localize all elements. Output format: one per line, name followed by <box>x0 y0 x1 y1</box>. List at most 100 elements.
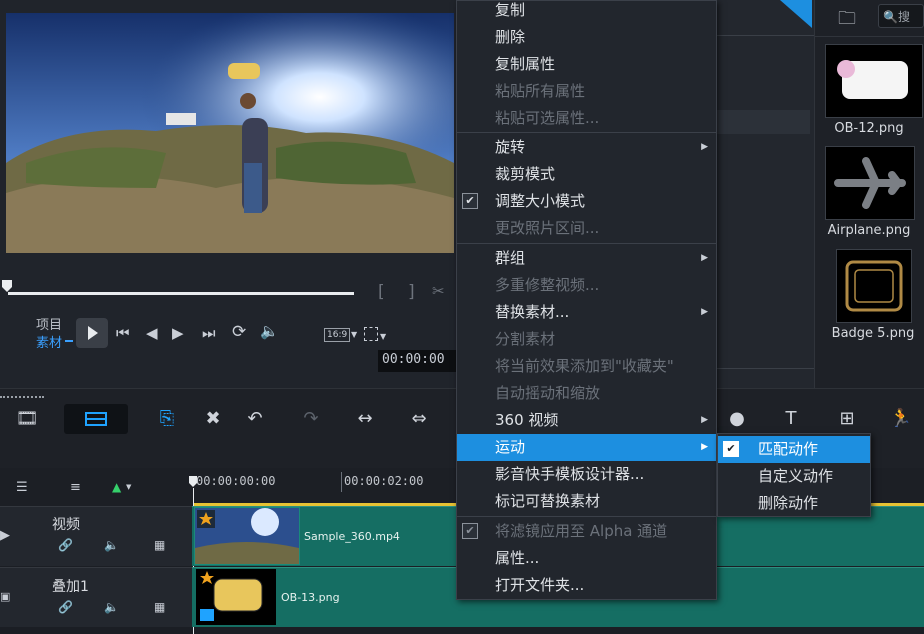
menu-item-paste-selectable-attributes: 粘贴可选属性... <box>457 105 716 132</box>
menu-item-properties[interactable]: 属性... <box>457 545 716 572</box>
clip-video-thumbnail[interactable] <box>194 507 300 565</box>
menu-item-label: 调整大小模式 <box>495 192 586 210</box>
redo-icon[interactable]: ↷ <box>298 406 324 432</box>
mode-project[interactable]: 项目 <box>36 314 62 333</box>
track-header-overlay[interactable] <box>0 567 192 627</box>
track-name[interactable]: 叠加1 <box>52 576 89 596</box>
submenu-item-custom-motion[interactable]: 自定义动作 <box>718 463 870 490</box>
motion-track-icon[interactable]: 🏃 <box>888 406 914 432</box>
submenu-item-delete-motion[interactable]: 删除动作 <box>718 490 870 517</box>
menu-item-label: 标记可替换素材 <box>495 492 601 510</box>
panel-divider <box>716 35 814 36</box>
preview-image <box>6 13 454 253</box>
video-preview[interactable] <box>6 13 454 253</box>
menu-item-add-to-favorites: 将当前效果添加到"收藏夹" <box>457 353 716 380</box>
library-item-label: Airplane.png <box>827 223 911 238</box>
menu-item-label: 运动 <box>495 438 526 456</box>
ripple-edit-icon[interactable]: ▲ <box>112 480 121 494</box>
aspect-dropdown-icon[interactable]: ▼ <box>351 330 357 339</box>
search-icon: 🔍 <box>883 10 898 24</box>
menu-item-mark-replaceable[interactable]: 标记可替换素材 <box>457 488 716 515</box>
overlay-icon[interactable]: ● <box>724 406 750 432</box>
clip-name: OB-13.png <box>281 591 340 604</box>
multi-camera-icon[interactable]: ⊞ <box>834 406 860 432</box>
menu-item-crop-mode[interactable]: 裁剪模式 <box>457 161 716 188</box>
menu-item-open-folder[interactable]: 打开文件夹... <box>457 572 716 599</box>
checkmark-icon: ✔ <box>462 193 478 209</box>
menu-item-label: 群组 <box>495 249 526 267</box>
menu-item-paste-all-attributes: 粘贴所有属性 <box>457 78 716 105</box>
scrub-handle[interactable] <box>1 278 13 292</box>
scrub-bar[interactable] <box>8 292 354 295</box>
drag-grip[interactable] <box>0 396 44 398</box>
mode-clip[interactable]: 素材 <box>36 332 62 351</box>
mark-out-button[interactable]: ] <box>408 282 415 302</box>
menu-item-delete[interactable]: 删除 <box>457 24 716 51</box>
menu-item-auto-pan-zoom: 自动摇动和缩放 <box>457 380 716 407</box>
timeline-view-button[interactable] <box>64 404 128 434</box>
next-frame-icon[interactable]: ▶ <box>172 324 184 342</box>
menu-item-label: 删除动作 <box>758 494 819 512</box>
volume-icon[interactable]: 🔈 <box>260 322 279 340</box>
ripple-dropdown-icon[interactable]: ▼ <box>126 483 131 491</box>
title-icon[interactable]: T <box>778 406 804 432</box>
menu-item-apply-filter-alpha: ✔ 将滤镜应用至 Alpha 通道 <box>457 518 716 545</box>
add-folder-icon[interactable]: 🗀 <box>838 6 856 36</box>
track-volume-icon[interactable]: 🔈 <box>104 600 119 614</box>
library-item-ob12[interactable] <box>825 44 923 118</box>
library-item-airplane[interactable] <box>825 146 915 220</box>
menu-item-label: 复制属性 <box>495 55 556 73</box>
track-transparency-icon[interactable]: ▦ <box>154 600 165 614</box>
search-input[interactable]: 搜 <box>898 10 910 24</box>
mark-in-button[interactable]: [ <box>378 282 385 302</box>
menu-item-replace-clip[interactable]: 替换素材... ▶ <box>457 299 716 326</box>
tools-icon[interactable]: ✖ <box>200 406 226 432</box>
track-transparency-icon[interactable]: ▦ <box>154 538 165 552</box>
menu-item-resize-mode[interactable]: ✔ 调整大小模式 <box>457 188 716 215</box>
menu-item-label: 替换素材... <box>495 303 570 321</box>
video-track-icon: ▶ <box>0 528 10 543</box>
menu-item-label: 360 视频 <box>495 411 559 429</box>
fit-frame-icon[interactable] <box>364 327 378 341</box>
track-manager-icon[interactable]: ☰ <box>16 480 28 495</box>
menu-item-copy-attributes[interactable]: 复制属性 <box>457 51 716 78</box>
fit-timeline-icon[interactable]: ↔ <box>352 406 378 432</box>
storyboard-view-icon[interactable]: 🎞 <box>14 406 40 432</box>
link-icon[interactable]: 🔗 <box>58 600 73 614</box>
library-item-badge[interactable] <box>836 249 912 323</box>
menu-item-multi-trim-video: 多重修整视频... <box>457 272 716 299</box>
menu-item-label: 复制 <box>495 1 526 19</box>
track-name[interactable]: 视频 <box>52 514 80 534</box>
menu-item-label: 将当前效果添加到"收藏夹" <box>495 357 674 375</box>
menu-item-copy[interactable]: 复制 <box>457 0 716 24</box>
menu-item-360-video[interactable]: 360 视频 ▶ <box>457 407 716 434</box>
submenu-arrow-icon: ▶ <box>701 442 708 452</box>
repeat-icon[interactable]: ⟳ <box>232 322 246 342</box>
aspect-ratio-button[interactable]: 16:9 <box>324 328 351 342</box>
library-search[interactable]: 🔍搜 <box>878 4 924 28</box>
timeline-view-icon <box>85 412 107 426</box>
track-volume-icon[interactable]: 🔈 <box>104 538 119 552</box>
go-to-start-icon[interactable]: ⏮ <box>116 324 130 342</box>
previous-frame-icon[interactable]: ◀ <box>146 324 158 342</box>
checkmark-icon: ✔ <box>462 523 478 539</box>
go-to-end-icon[interactable]: ⏭ <box>202 324 216 342</box>
zoom-to-fit-icon[interactable]: ⇔ <box>406 406 432 432</box>
menu-item-label: 粘贴所有属性 <box>495 82 586 100</box>
scissors-icon[interactable]: ✂ <box>432 282 445 300</box>
add-track-icon[interactable]: ≡ <box>70 480 81 495</box>
ruler-tick <box>341 472 342 492</box>
track-header-video[interactable] <box>0 506 192 566</box>
submenu-item-match-motion[interactable]: ✔ 匹配动作 <box>718 436 870 463</box>
link-icon[interactable]: 🔗 <box>58 538 73 552</box>
menu-item-rotate[interactable]: 旋转 ▶ <box>457 134 716 161</box>
fit-dropdown-icon[interactable]: ▼ <box>380 332 386 341</box>
menu-item-template-designer[interactable]: 影音快手模板设计器... <box>457 461 716 488</box>
play-button[interactable] <box>76 318 108 348</box>
clip-overlay-thumbnail[interactable] <box>196 569 276 625</box>
undo-icon[interactable]: ↶ <box>242 406 268 432</box>
menu-item-group[interactable]: 群组 ▶ <box>457 245 716 272</box>
import-icon[interactable]: ⎘ <box>154 406 180 432</box>
menu-item-motion[interactable]: 运动 ▶ <box>457 434 716 461</box>
timecode-display[interactable]: 00:00:00 <box>378 350 458 372</box>
